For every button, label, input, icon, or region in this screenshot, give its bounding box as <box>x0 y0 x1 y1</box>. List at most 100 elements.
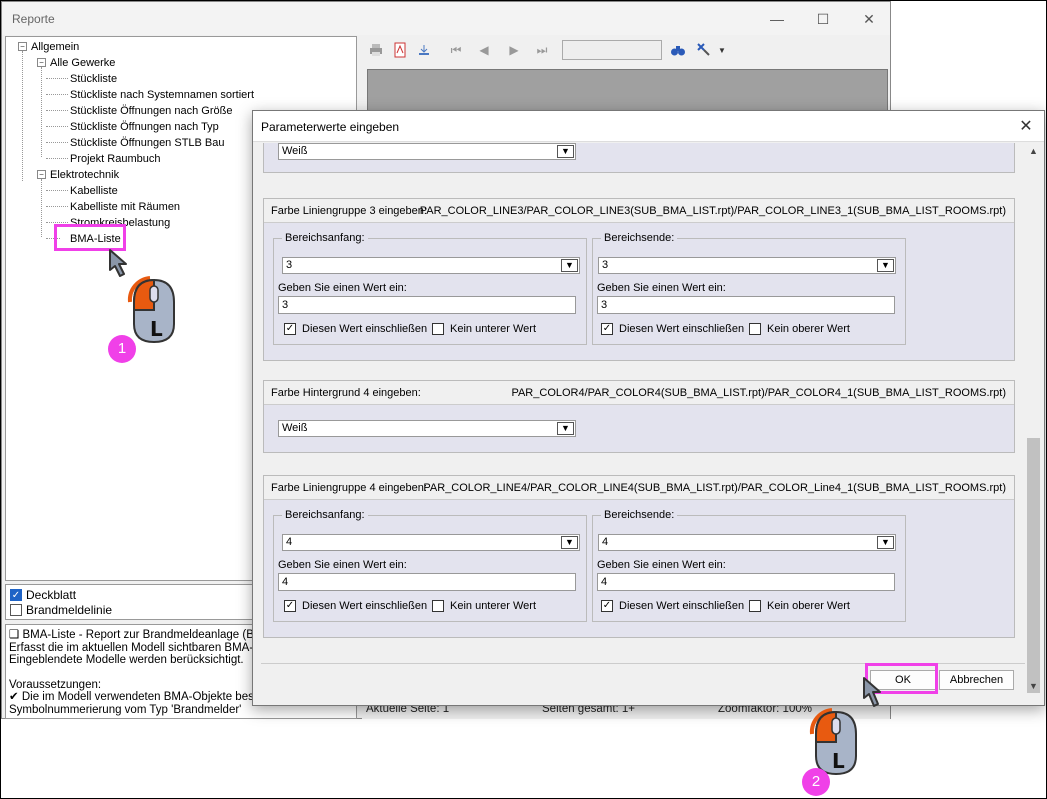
scroll-up-icon[interactable]: ▲ <box>1025 143 1042 160</box>
tree-item-oeffnungen-stlb[interactable]: Stückliste Öffnungen STLB Bau <box>70 136 225 150</box>
checkbox-label: Diesen Wert einschließen <box>619 323 745 335</box>
include-checkbox[interactable]: ✓ Diesen Wert einschließen <box>601 600 744 612</box>
scroll-down-icon[interactable]: ▼ <box>1025 678 1042 695</box>
checkbox-icon[interactable] <box>749 323 761 335</box>
search-binoculars-icon[interactable] <box>670 42 686 58</box>
tree-item-kabelliste-raeume[interactable]: Kabelliste mit Räumen <box>70 200 180 214</box>
select-value: Weiß <box>282 422 308 434</box>
checkbox-label: Diesen Wert einschließen <box>302 323 428 335</box>
tree-item-stueckliste-systemnamen[interactable]: Stückliste nach Systemnamen sortiert <box>70 88 254 102</box>
color-select[interactable]: Weiß ▼ <box>278 143 576 160</box>
param-group-line4: Farbe Liniengruppe 4 eingeben: PAR_COLOR… <box>263 475 1015 638</box>
prev-page-icon[interactable]: ◀ <box>476 42 492 58</box>
expand-elektrotechnik-icon[interactable]: − <box>37 170 46 179</box>
range-start-select[interactable]: 3 ▼ <box>282 257 580 274</box>
select-value: 3 <box>602 259 609 271</box>
range-start-legend: Bereichsanfang: <box>282 232 368 244</box>
checkbox-checked-icon[interactable]: ✓ <box>284 600 296 612</box>
checkbox-icon[interactable] <box>432 323 444 335</box>
range-start-input[interactable]: 4 <box>278 573 576 591</box>
chevron-down-icon[interactable]: ▼ <box>877 536 894 549</box>
cancel-button[interactable]: Abbrechen <box>939 670 1014 690</box>
option-deckblatt[interactable]: ✓ Deckblatt <box>10 588 76 602</box>
checkbox-label: Kein oberer Wert <box>767 323 850 335</box>
maximize-button[interactable]: ☐ <box>800 6 846 32</box>
param-group-partial: Weiß ▼ <box>263 143 1015 173</box>
group-param: PAR_COLOR4/PAR_COLOR4(SUB_BMA_LIST.rpt)/… <box>511 387 1006 399</box>
select-value: 4 <box>602 536 609 548</box>
value-prompt: Geben Sie einen Wert ein: <box>597 282 726 294</box>
no-lower-checkbox[interactable]: Kein unterer Wert <box>432 323 536 335</box>
expand-alle-gewerke-icon[interactable]: − <box>37 58 46 67</box>
dialog-scrollbar[interactable]: ▲ ▼ <box>1025 143 1042 695</box>
tree-item-allgemein[interactable]: Allgemein <box>31 40 79 54</box>
dialog-title: Parameterwerte eingeben <box>261 120 400 134</box>
close-window-button[interactable]: ✕ <box>846 6 892 32</box>
checkbox-checked-icon[interactable]: ✓ <box>601 323 613 335</box>
tree-item-oeffnungen-groesse[interactable]: Stückliste Öffnungen nach Größe <box>70 104 232 118</box>
mouse-left-click-icon: L <box>809 708 857 776</box>
tree-item-alle-gewerke[interactable]: Alle Gewerke <box>50 56 115 70</box>
page-input[interactable] <box>562 40 662 60</box>
mouse-left-click-icon: L <box>127 276 175 344</box>
checkbox-icon[interactable] <box>432 600 444 612</box>
chevron-down-icon[interactable]: ▼ <box>877 259 894 272</box>
print-icon[interactable] <box>368 42 384 58</box>
no-lower-checkbox[interactable]: Kein unterer Wert <box>432 600 536 612</box>
checkbox-checked-icon[interactable]: ✓ <box>10 589 22 601</box>
range-end-box: Bereichsende: 3 ▼ Geben Sie einen Wert e… <box>592 232 906 345</box>
checkbox-icon[interactable] <box>749 600 761 612</box>
tree-item-raumbuch[interactable]: Projekt Raumbuch <box>70 152 161 166</box>
range-end-input[interactable]: 4 <box>597 573 895 591</box>
no-upper-checkbox[interactable]: Kein oberer Wert <box>749 600 850 612</box>
svg-text:L: L <box>150 317 163 341</box>
option-brandmeldelinie[interactable]: Brandmeldelinie <box>10 603 112 617</box>
no-upper-checkbox[interactable]: Kein oberer Wert <box>749 323 850 335</box>
tree-item-oeffnungen-typ[interactable]: Stückliste Öffnungen nach Typ <box>70 120 219 134</box>
chevron-down-icon[interactable]: ▼ <box>561 259 578 272</box>
pdf-export-icon[interactable] <box>392 42 408 58</box>
step-badge-1: 1 <box>108 335 136 363</box>
select-value: 4 <box>286 536 293 548</box>
minimize-button[interactable]: — <box>754 6 800 32</box>
background-color-select[interactable]: Weiß ▼ <box>278 420 576 437</box>
zoom-icon[interactable] <box>696 42 712 58</box>
chevron-down-icon[interactable]: ▼ <box>561 536 578 549</box>
checkbox-checked-icon[interactable]: ✓ <box>284 323 296 335</box>
chevron-down-icon[interactable]: ▼ <box>557 145 574 158</box>
value-prompt: Geben Sie einen Wert ein: <box>597 559 726 571</box>
include-checkbox[interactable]: ✓ Diesen Wert einschließen <box>601 323 744 335</box>
value-prompt: Geben Sie einen Wert ein: <box>278 559 407 571</box>
select-value: 3 <box>286 259 293 271</box>
checkbox-icon[interactable] <box>10 604 22 616</box>
window-titlebar: Reporte — ☐ ✕ <box>2 2 890 35</box>
range-end-input[interactable]: 3 <box>597 296 895 314</box>
first-page-icon[interactable]: ⏮ <box>448 42 464 58</box>
expand-allgemein-icon[interactable]: − <box>18 42 27 51</box>
range-start-box: Bereichsanfang: 3 ▼ Geben Sie einen Wert… <box>273 232 587 345</box>
dialog-content: Weiß ▼ Farbe Liniengruppe 3 eingeben: PA… <box>261 143 1025 659</box>
tree-item-stueckliste[interactable]: Stückliste <box>70 72 117 86</box>
tree-item-kabelliste[interactable]: Kabelliste <box>70 184 118 198</box>
include-checkbox[interactable]: ✓ Diesen Wert einschließen <box>284 323 427 335</box>
chevron-down-icon[interactable]: ▼ <box>714 42 730 58</box>
range-end-select[interactable]: 4 ▼ <box>598 534 896 551</box>
group-param: PAR_COLOR_LINE3/PAR_COLOR_LINE3(SUB_BMA_… <box>419 205 1006 217</box>
scroll-thumb[interactable] <box>1027 438 1040 693</box>
export-icon[interactable] <box>416 42 432 58</box>
include-checkbox[interactable]: ✓ Diesen Wert einschließen <box>284 600 427 612</box>
step-badge-2: 2 <box>802 768 830 796</box>
range-start-select[interactable]: 4 ▼ <box>282 534 580 551</box>
next-page-icon[interactable]: ▶ <box>506 42 522 58</box>
checkbox-checked-icon[interactable]: ✓ <box>601 600 613 612</box>
last-page-icon[interactable]: ⏭ <box>534 42 550 58</box>
range-start-input[interactable]: 3 <box>278 296 576 314</box>
param-group-line3: Farbe Liniengruppe 3 eingeben: PAR_COLOR… <box>263 198 1015 361</box>
value-prompt: Geben Sie einen Wert ein: <box>278 282 407 294</box>
range-end-select[interactable]: 3 ▼ <box>598 257 896 274</box>
chevron-down-icon[interactable]: ▼ <box>557 422 574 435</box>
group-label: Farbe Liniengruppe 3 eingeben: <box>271 205 427 217</box>
dialog-close-button[interactable]: ✕ <box>1016 117 1036 137</box>
viewer-toolbar: ⏮ ◀ ▶ ⏭ ▼ <box>362 36 890 64</box>
tree-item-elektrotechnik[interactable]: Elektrotechnik <box>50 168 119 182</box>
